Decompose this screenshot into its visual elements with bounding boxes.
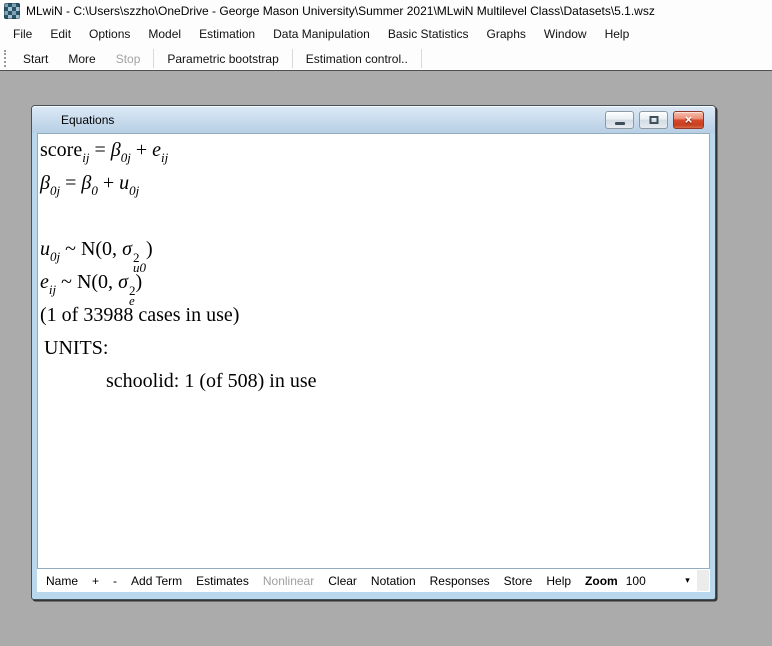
mlwin-app-icon	[4, 3, 20, 19]
equation-line-score[interactable]: scoreij = β0j + eij	[40, 134, 709, 167]
dropdown-arrow-icon: ▾	[685, 576, 694, 585]
equation-line-u-distribution[interactable]: u0j ~ N(0, σ2u0)	[40, 233, 709, 266]
notation-button[interactable]: Notation	[364, 574, 423, 588]
minimize-button[interactable]	[605, 111, 634, 129]
minus-button[interactable]: -	[106, 574, 124, 588]
app-menubar: File Edit Options Model Estimation Data …	[0, 22, 772, 46]
cases-in-use-text: (1 of 33988 cases in use)	[40, 299, 709, 332]
restore-icon	[649, 116, 658, 124]
app-titlebar[interactable]: MLwiN - C:\Users\szzho\OneDrive - George…	[0, 0, 772, 22]
zoom-value: 100	[626, 574, 685, 588]
toolbar-separator	[421, 49, 422, 68]
equations-toolbar: Name + - Add Term Estimates Nonlinear Cl…	[37, 569, 710, 592]
nonlinear-button: Nonlinear	[256, 574, 321, 588]
menu-window[interactable]: Window	[535, 27, 596, 41]
start-button[interactable]: Start	[13, 52, 58, 66]
restore-button[interactable]	[639, 111, 668, 129]
mdi-client-area: Equations × scoreij = β0j + eij β0j = β0…	[0, 72, 772, 646]
menu-file[interactable]: File	[4, 27, 41, 41]
clear-button[interactable]: Clear	[321, 574, 364, 588]
name-button[interactable]: Name	[39, 574, 85, 588]
menu-data-manipulation[interactable]: Data Manipulation	[264, 27, 379, 41]
schoolid-units-text: schoolid: 1 (of 508) in use	[40, 365, 709, 398]
toolbar-grip-handle[interactable]	[4, 50, 6, 67]
zoom-label: Zoom	[578, 574, 622, 588]
units-heading: UNITS:	[40, 332, 709, 365]
menu-edit[interactable]: Edit	[41, 27, 80, 41]
app-chrome: MLwiN - C:\Users\szzho\OneDrive - George…	[0, 0, 772, 71]
store-button[interactable]: Store	[497, 574, 540, 588]
parametric-bootstrap-button[interactable]: Parametric bootstrap	[157, 52, 288, 66]
menu-basic-statistics[interactable]: Basic Statistics	[379, 27, 478, 41]
toolbar-separator	[292, 49, 293, 68]
menu-options[interactable]: Options	[80, 27, 139, 41]
window-controls: ×	[605, 111, 704, 129]
equations-window: Equations × scoreij = β0j + eij β0j = β0…	[31, 105, 716, 600]
menu-model[interactable]: Model	[139, 27, 190, 41]
estimates-button[interactable]: Estimates	[189, 574, 256, 588]
toolbar-filler	[697, 570, 709, 591]
equation-line-e-distribution[interactable]: eij ~ N(0, σ2e)	[40, 266, 709, 299]
estimation-control-button[interactable]: Estimation control..	[296, 52, 418, 66]
app-title: MLwiN - C:\Users\szzho\OneDrive - George…	[26, 4, 655, 18]
add-term-button[interactable]: Add Term	[124, 574, 189, 588]
minimize-icon	[615, 122, 625, 125]
close-icon: ×	[674, 112, 703, 127]
equation-line-beta0j[interactable]: β0j = β0 + u0j	[40, 167, 709, 200]
plus-button[interactable]: +	[85, 574, 106, 588]
equations-window-titlebar[interactable]: Equations ×	[32, 106, 715, 133]
more-button[interactable]: More	[58, 52, 105, 66]
zoom-combobox[interactable]: 100 ▾	[622, 570, 694, 591]
help-button[interactable]: Help	[539, 574, 578, 588]
estimation-toolbar: Start More Stop Parametric bootstrap Est…	[0, 46, 772, 71]
equations-pane: scoreij = β0j + eij β0j = β0 + u0j u0j ~…	[37, 133, 710, 569]
stop-button: Stop	[106, 52, 151, 66]
responses-button[interactable]: Responses	[423, 574, 497, 588]
close-button[interactable]: ×	[673, 111, 704, 129]
menu-help[interactable]: Help	[596, 27, 639, 41]
menu-graphs[interactable]: Graphs	[478, 27, 535, 41]
equations-window-title: Equations	[61, 113, 114, 127]
toolbar-separator	[153, 49, 154, 68]
equation-line-blank	[40, 200, 709, 233]
menu-estimation[interactable]: Estimation	[190, 27, 264, 41]
